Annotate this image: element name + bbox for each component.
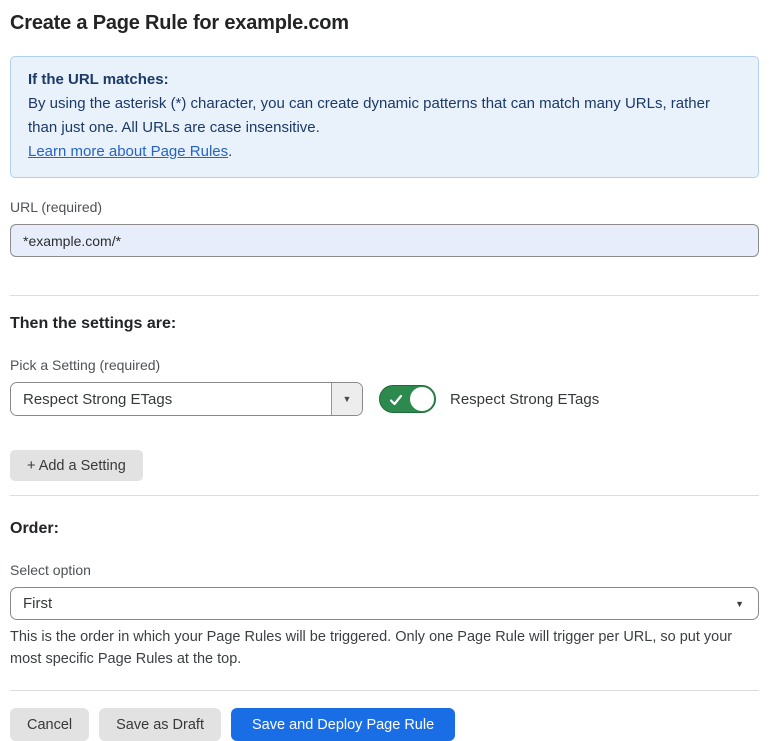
footer-actions: Cancel Save as Draft Save and Deploy Pag… — [10, 708, 759, 741]
check-icon — [389, 393, 403, 407]
info-callout-heading: If the URL matches: — [28, 68, 741, 92]
divider — [10, 495, 759, 496]
learn-more-link[interactable]: Learn more about Page Rules — [28, 143, 228, 160]
save-deploy-button[interactable]: Save and Deploy Page Rule — [231, 708, 455, 741]
add-setting-button[interactable]: + Add a Setting — [10, 450, 143, 481]
pick-setting-label: Pick a Setting (required) — [10, 357, 759, 373]
chevron-down-icon: ▼ — [735, 599, 746, 609]
url-match-info-callout: If the URL matches: By using the asteris… — [10, 56, 759, 178]
page-title: Create a Page Rule for example.com — [10, 12, 759, 35]
order-help-text: This is the order in which your Page Rul… — [10, 626, 750, 670]
url-input[interactable] — [10, 224, 759, 257]
info-callout-link-line: Learn more about Page Rules. — [28, 140, 741, 164]
chevron-down-icon[interactable]: ▼ — [331, 383, 362, 415]
order-select-label: Select option — [10, 562, 759, 578]
order-section-heading: Order: — [10, 520, 759, 538]
link-suffix-period: . — [228, 143, 232, 160]
url-field-label: URL (required) — [10, 199, 759, 215]
setting-toggle-label: Respect Strong ETags — [450, 391, 599, 408]
create-page-rule-form: Create a Page Rule for example.com If th… — [0, 0, 769, 741]
divider — [10, 690, 759, 691]
info-callout-body: By using the asterisk (*) character, you… — [28, 92, 741, 140]
settings-section-heading: Then the settings are: — [10, 315, 759, 333]
setting-toggle-group: Respect Strong ETags — [379, 385, 599, 413]
cancel-button[interactable]: Cancel — [10, 708, 89, 741]
setting-select-value: Respect Strong ETags — [11, 383, 331, 415]
toggle-knob — [410, 387, 434, 411]
setting-row: Respect Strong ETags ▼ Respect Strong ET… — [10, 382, 759, 416]
order-select[interactable]: First ▼ — [10, 587, 759, 620]
setting-toggle[interactable] — [379, 385, 436, 413]
order-select-value: First — [23, 595, 735, 612]
setting-select[interactable]: Respect Strong ETags ▼ — [10, 382, 363, 416]
save-draft-button[interactable]: Save as Draft — [99, 708, 221, 741]
divider — [10, 295, 759, 296]
